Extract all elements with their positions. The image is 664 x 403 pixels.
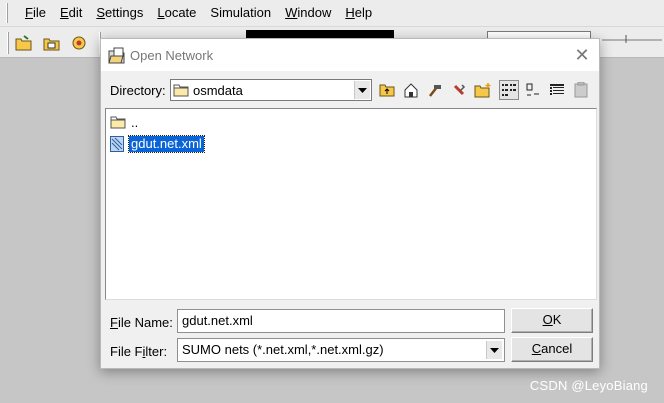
- menu-file[interactable]: File: [18, 2, 53, 24]
- list-item[interactable]: ..: [110, 114, 140, 132]
- file-filter-value: SUMO nets (*.net.xml,*.net.xml.gz): [182, 342, 384, 357]
- menu-help[interactable]: Help: [338, 2, 379, 24]
- dialog-title: Open Network: [130, 48, 214, 63]
- up-directory-icon[interactable]: [377, 80, 397, 100]
- folder-icon: [110, 115, 126, 131]
- open-network-icon[interactable]: [43, 34, 61, 52]
- directory-combo[interactable]: osmdata: [170, 79, 372, 101]
- file-list[interactable]: .. gdut.net.xml: [105, 108, 597, 300]
- delay-slider[interactable]: [600, 33, 664, 47]
- bookmark-icon[interactable]: [449, 80, 469, 100]
- ok-button[interactable]: OK: [511, 308, 593, 333]
- file-name-input[interactable]: gdut.net.xml: [177, 309, 505, 333]
- chevron-down-icon[interactable]: [486, 341, 502, 359]
- file-filter-combo[interactable]: SUMO nets (*.net.xml,*.net.xml.gz): [177, 338, 505, 362]
- new-folder-icon[interactable]: [473, 80, 493, 100]
- file-filter-label: File Filter:: [110, 344, 168, 359]
- list-view-icon[interactable]: [499, 80, 519, 100]
- icon-view-icon[interactable]: [523, 80, 543, 100]
- menubar-grip: [6, 3, 8, 23]
- menu-locate[interactable]: Locate: [150, 2, 203, 24]
- directory-label: Directory:: [110, 83, 166, 98]
- cancel-button[interactable]: Cancel: [511, 337, 593, 362]
- file-name-label: File Name:: [110, 315, 173, 330]
- directory-value: osmdata: [193, 83, 243, 98]
- menu-simulation[interactable]: Simulation: [203, 2, 278, 24]
- clipboard-icon[interactable]: [571, 80, 591, 100]
- reload-icon[interactable]: [70, 34, 88, 52]
- network-file-icon: [110, 136, 126, 152]
- list-item[interactable]: gdut.net.xml: [110, 135, 205, 153]
- details-view-icon[interactable]: [547, 80, 567, 100]
- menu-settings[interactable]: Settings: [89, 2, 150, 24]
- open-network-dialog: Open Network ✕ Directory: osmdata .. gdu…: [100, 38, 600, 369]
- close-icon[interactable]: ✕: [571, 44, 593, 66]
- file-name: ..: [131, 115, 139, 130]
- chevron-down-icon[interactable]: [354, 81, 370, 99]
- folder-icon: [173, 83, 189, 97]
- open-file-icon: [108, 47, 126, 64]
- home-icon[interactable]: [401, 80, 421, 100]
- file-name: gdut.net.xml: [128, 135, 205, 153]
- menu-edit[interactable]: Edit: [53, 2, 89, 24]
- work-directory-icon[interactable]: [425, 80, 445, 100]
- toolbar-grip: [7, 32, 9, 54]
- dialog-titlebar[interactable]: Open Network ✕: [101, 39, 599, 71]
- menu-bar: File Edit Settings Locate Simulation Win…: [0, 0, 664, 27]
- menu-window[interactable]: Window: [278, 2, 338, 24]
- open-folder-icon[interactable]: [15, 34, 33, 52]
- watermark: CSDN @LeyoBiang: [529, 378, 648, 393]
